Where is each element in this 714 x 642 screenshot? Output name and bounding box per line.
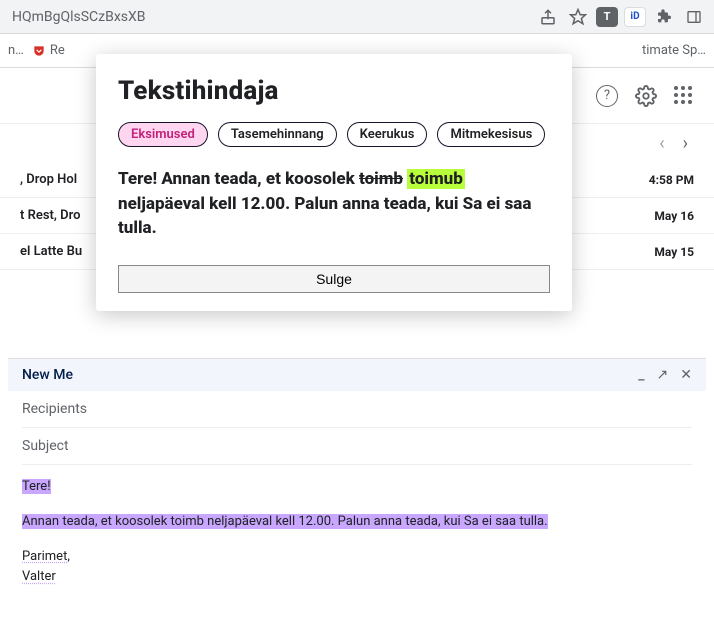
body-text: neljapäeval <box>207 514 272 529</box>
body-text: toimb <box>171 514 204 529</box>
email-snippet: , Drop Hol <box>20 172 77 187</box>
tab-mitmekesisus[interactable]: Mitmekesisus <box>437 122 545 147</box>
pager-next-icon[interactable]: › <box>683 133 688 154</box>
body-text: 12.00. Palun anna <box>295 514 405 529</box>
extension-id-icon[interactable]: iD <box>624 7 646 27</box>
browser-address-bar: HQmBgQlsSCzBxsXB T iD <box>0 0 714 34</box>
body-text: koosolek <box>115 514 167 529</box>
body-text: teada <box>62 514 95 529</box>
popup-tabs: Eksimused Tasemehinnang Keerukus Mitmeke… <box>118 122 550 147</box>
extensions-icon[interactable] <box>652 5 676 29</box>
apps-grid-icon[interactable] <box>674 86 694 106</box>
tab-eksimused[interactable]: Eksimused <box>118 122 208 147</box>
recipients-field[interactable]: Recipients <box>22 391 692 428</box>
compose-title-text: New Me <box>22 367 73 383</box>
extension-t-icon[interactable]: T <box>596 7 618 27</box>
popup-title: Tekstihindaja <box>118 76 550 106</box>
body-greeting: Tere <box>22 479 47 494</box>
email-snippet: el Latte Bu <box>20 244 82 259</box>
subject-field[interactable]: Subject <box>22 428 692 465</box>
compose-titlebar[interactable]: New Me _ ↗ ✕ <box>8 358 706 391</box>
bookmark-right[interactable]: timate Sp… <box>642 43 706 58</box>
settings-gear-icon[interactable] <box>632 82 660 110</box>
compose-window: New Me _ ↗ ✕ Recipients Subject Tere! An… <box>8 358 706 642</box>
text-segment: neljapäeval kell 12.00. Palun anna teada… <box>118 194 531 239</box>
pager-prev-icon[interactable]: ‹ <box>659 133 664 154</box>
sidepanel-icon[interactable] <box>682 5 706 29</box>
text-suggestion: toimub <box>407 169 465 189</box>
body-text: teada <box>405 514 438 529</box>
body-text: saa <box>495 514 516 529</box>
tekstihindaja-popup: Tekstihindaja Eksimused Tasemehinnang Ke… <box>96 54 572 311</box>
body-greeting-punct: ! <box>47 479 50 494</box>
tab-keerukus[interactable]: Keerukus <box>347 122 428 147</box>
bookmark-re[interactable]: Re <box>32 43 65 58</box>
body-text: tulla <box>519 514 544 529</box>
compose-expand-icon[interactable]: ↗ <box>657 367 669 383</box>
body-text: , kui Sa <box>438 514 482 529</box>
tab-tasemehinnang[interactable]: Tasemehinnang <box>218 122 337 147</box>
email-snippet: t Rest, Dro <box>20 208 81 223</box>
popup-corrected-text: Tere! Annan teada, et koosolek toimb toi… <box>118 167 550 241</box>
text-segment: Tere! Annan teada, et koosolek <box>118 169 359 189</box>
email-time: May 15 <box>654 245 694 259</box>
text-strike: toimb <box>359 169 403 189</box>
body-text: , et <box>95 514 115 529</box>
compose-body[interactable]: Tere! Annan teada, et koosolek toimb nel… <box>8 465 706 600</box>
share-icon[interactable] <box>536 5 560 29</box>
body-text: kell <box>275 514 295 529</box>
close-button[interactable]: Sulge <box>118 265 550 293</box>
compose-close-icon[interactable]: ✕ <box>680 367 692 383</box>
bookmark-left[interactable]: n… <box>8 43 24 58</box>
star-icon[interactable] <box>566 5 590 29</box>
email-time: May 16 <box>654 209 694 223</box>
compose-minimize-icon[interactable]: _ <box>638 367 644 383</box>
body-text: ei <box>482 514 492 529</box>
address-text[interactable]: HQmBgQlsSCzBxsXB <box>8 9 530 25</box>
email-time: 4:58 PM <box>649 173 694 187</box>
pocket-icon <box>32 44 46 58</box>
body-text: Annan <box>22 514 62 529</box>
support-icon[interactable]: ? <box>596 85 618 107</box>
body-sign1-punct: , <box>67 549 70 564</box>
body-sign2: Valter <box>22 569 56 584</box>
body-text: . <box>544 514 547 529</box>
body-sign1: Parimet <box>22 549 67 564</box>
bookmark-re-label: Re <box>50 43 65 58</box>
